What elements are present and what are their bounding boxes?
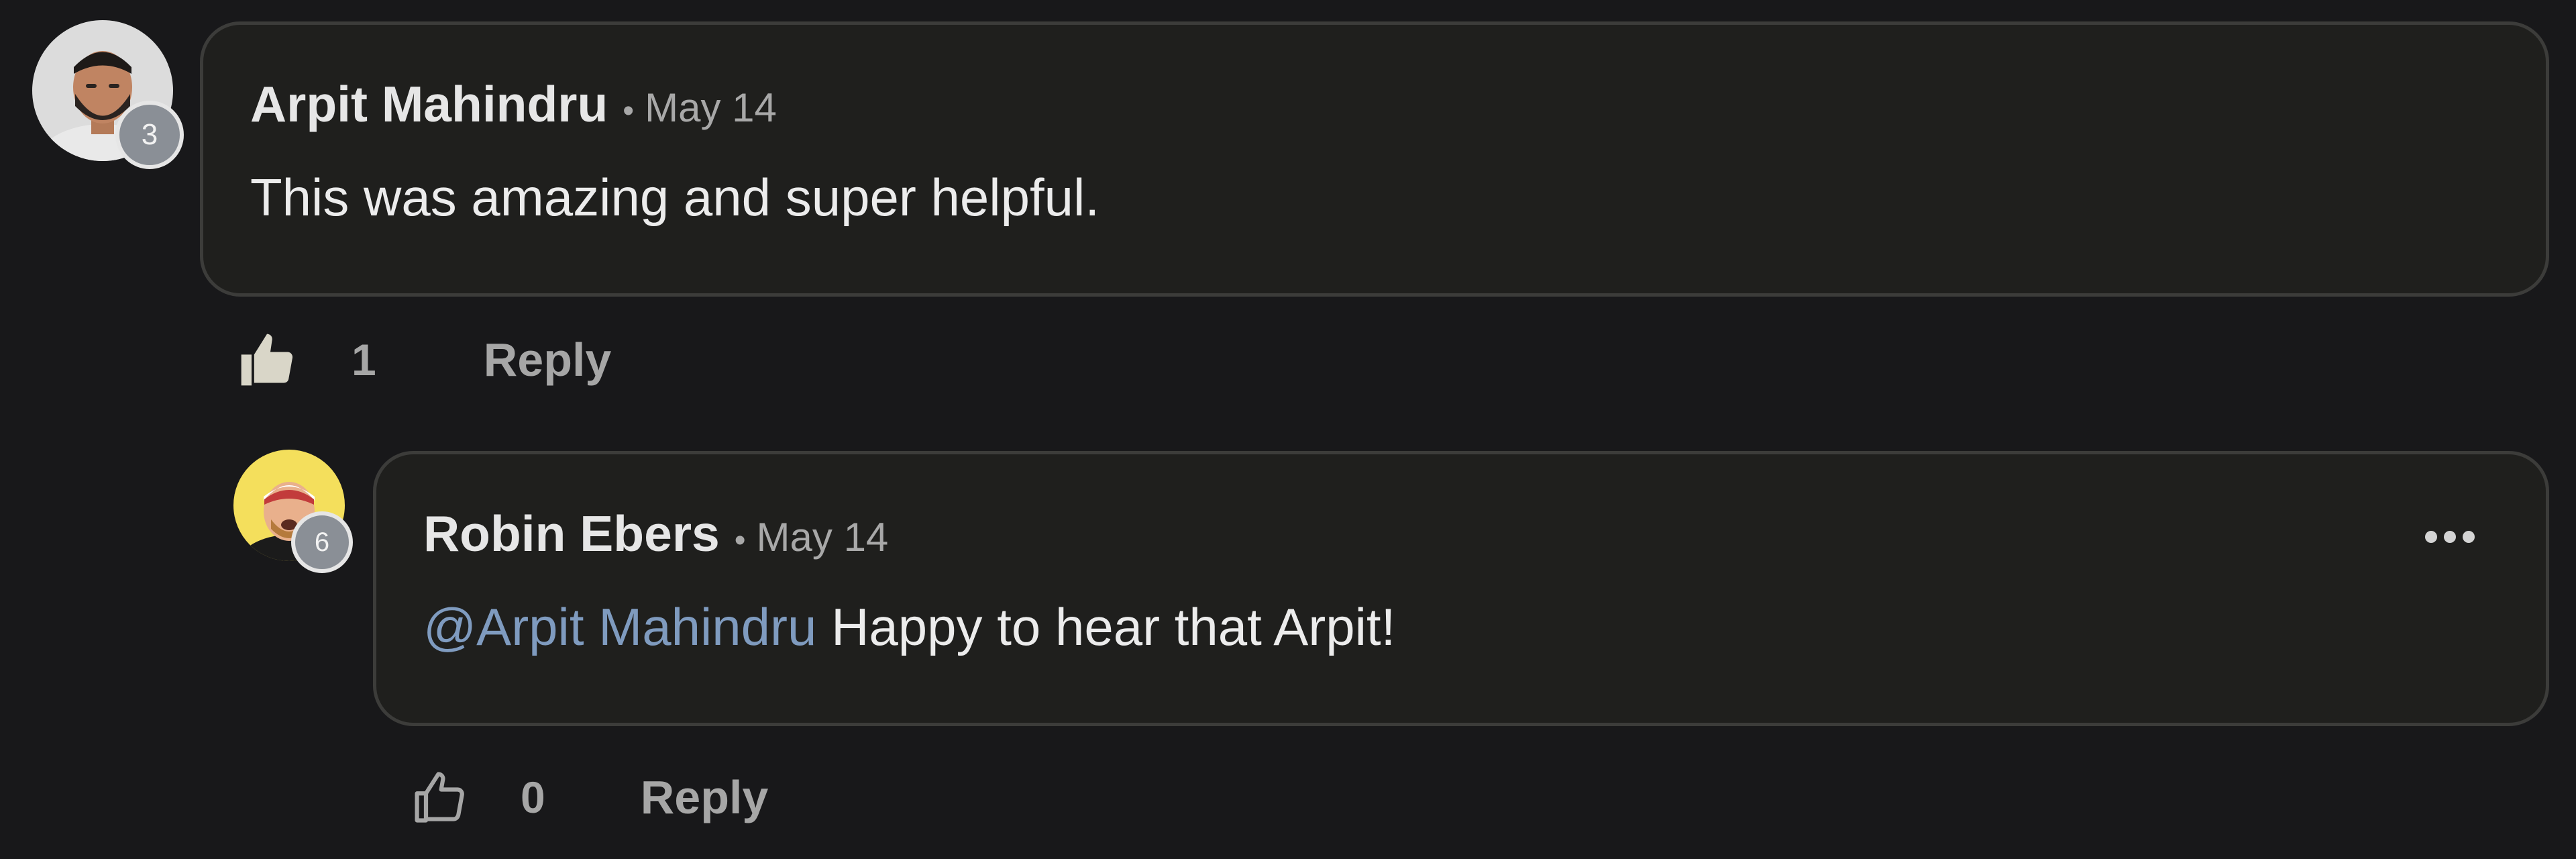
avatar[interactable]: 6 (233, 450, 353, 573)
comment-card: Robin Ebers • May 14 @Arpit Mahindru Hap… (373, 451, 2549, 726)
separator-dot: • (734, 523, 746, 558)
avatar[interactable]: 3 (32, 20, 184, 169)
comment-actions: 0 Reply (411, 766, 768, 828)
reply-button[interactable]: Reply (484, 333, 612, 387)
thumbs-up-outline-icon[interactable] (411, 766, 472, 828)
comment-text-body: Happy to hear that Arpit! (816, 597, 1396, 656)
author-name[interactable]: Arpit Mahindru (250, 75, 608, 133)
comment-text: @Arpit Mahindru Happy to hear that Arpit… (423, 597, 1395, 658)
comment-card: Arpit Mahindru • May 14 This was amazing… (200, 21, 2549, 297)
reply-button[interactable]: Reply (641, 770, 769, 824)
comment-meta: Robin Ebers • May 14 (423, 505, 888, 562)
comment-date[interactable]: May 14 (757, 514, 889, 560)
level-badge: 6 (291, 511, 353, 573)
separator-dot: • (623, 93, 635, 129)
more-horizontal-icon (2444, 531, 2456, 543)
comment-text: This was amazing and super helpful. (250, 168, 1100, 227)
like-count: 1 (352, 335, 376, 385)
comment-meta: Arpit Mahindru • May 14 (250, 75, 777, 133)
like-count: 0 (521, 772, 545, 822)
more-options-button[interactable] (2425, 531, 2475, 543)
level-badge: 3 (115, 101, 184, 169)
comment-date[interactable]: May 14 (645, 85, 777, 131)
comment-actions: 1 Reply (236, 329, 611, 391)
more-horizontal-icon (2425, 531, 2437, 543)
thumbs-up-filled-icon[interactable] (236, 329, 298, 391)
mention-link[interactable]: @Arpit Mahindru (423, 597, 816, 656)
more-horizontal-icon (2463, 531, 2475, 543)
author-name[interactable]: Robin Ebers (423, 505, 720, 562)
